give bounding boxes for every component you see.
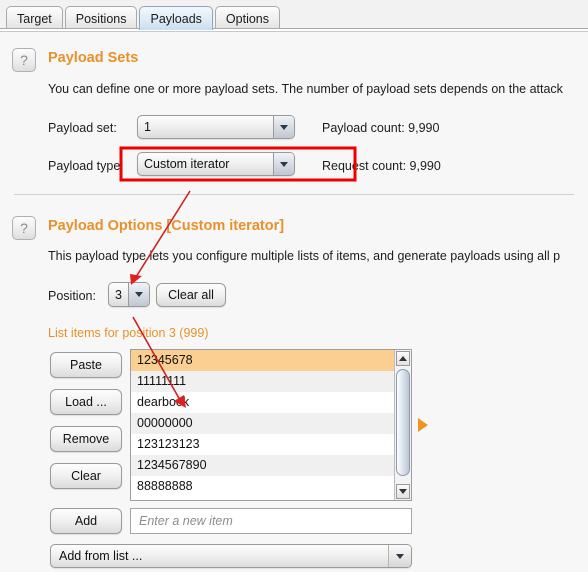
list-item[interactable]: 88888888 (131, 476, 394, 497)
payload-options-description: This payload type lets you configure mul… (48, 249, 561, 263)
load-button[interactable]: Load ... (50, 389, 122, 415)
list-item[interactable]: 00000000 (131, 413, 394, 434)
intruder-payloads-panel: Target Positions Payloads Options ? Payl… (0, 0, 588, 572)
scrollbar-track[interactable] (396, 367, 410, 483)
tab-payloads[interactable]: Payloads (139, 6, 213, 30)
payload-options-section: ? Payload Options [Custom iterator] This… (0, 0, 588, 572)
new-item-input[interactable] (130, 508, 412, 534)
position-value: 3 (115, 287, 122, 302)
add-from-list-value: Add from list ... (59, 549, 143, 563)
position-dropdown[interactable]: 3 (108, 282, 150, 307)
list-item[interactable]: 1234567890 (131, 455, 394, 476)
position-label: Position: (48, 289, 96, 303)
scrollbar-thumb[interactable] (396, 369, 410, 476)
new-item-input-field[interactable] (137, 513, 405, 529)
list-vertical-scrollbar[interactable] (394, 350, 411, 500)
clear-button[interactable]: Clear (50, 463, 122, 489)
paste-button[interactable]: Paste (50, 352, 122, 378)
list-item[interactable]: 11111111 (131, 371, 394, 392)
list-item[interactable]: 123123123 (131, 434, 394, 455)
payload-options-title: Payload Options [Custom iterator] (48, 218, 285, 234)
clear-all-button[interactable]: Clear all (156, 283, 226, 307)
remove-button[interactable]: Remove (50, 426, 122, 452)
chevron-down-icon[interactable] (388, 545, 411, 567)
scroll-down-arrow-icon[interactable] (396, 484, 410, 499)
list-item[interactable]: 12345678 (131, 350, 394, 371)
add-from-list-dropdown[interactable]: Add from list ... (50, 544, 412, 568)
payload-items-list[interactable]: 12345678 11111111 dearbook 00000000 1231… (130, 349, 412, 501)
list-items-header: List items for position 3 (999) (48, 326, 209, 340)
question-mark-icon[interactable]: ? (12, 216, 36, 240)
chevron-down-icon[interactable] (128, 283, 149, 306)
scroll-up-arrow-icon[interactable] (396, 351, 410, 366)
add-button[interactable]: Add (50, 508, 122, 534)
right-triangle-marker-icon (418, 418, 428, 432)
list-item[interactable]: dearbook (131, 392, 394, 413)
payload-items-rows: 12345678 11111111 dearbook 00000000 1231… (131, 350, 394, 500)
